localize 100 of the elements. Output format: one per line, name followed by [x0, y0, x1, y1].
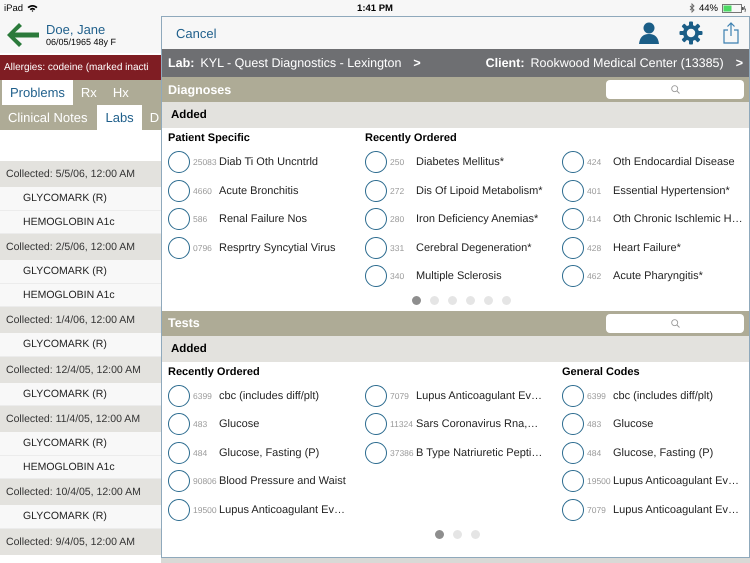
bluetooth-icon [688, 3, 695, 13]
select-circle[interactable] [365, 236, 387, 259]
item-code: 4660 [193, 186, 213, 196]
item-code: 0796 [193, 242, 213, 253]
select-circle[interactable] [562, 236, 584, 259]
lab-test-item[interactable]: HEMOGLOBIN A1c [0, 210, 161, 234]
lab-test-item[interactable]: GLYCOMARK (R) [0, 505, 161, 528]
search-field[interactable] [606, 314, 744, 332]
item-code: 250 [390, 157, 406, 168]
select-circle[interactable] [365, 384, 387, 407]
item-code: 483 [193, 419, 208, 430]
item-name: Sars Coronavirus Rna,… [416, 418, 538, 430]
item-code: 280 [390, 214, 406, 224]
select-circle[interactable] [562, 180, 584, 202]
item-code: 6399 [587, 390, 607, 401]
lab-test-item[interactable]: GLYCOMARK (R) [0, 432, 161, 456]
page-dot[interactable] [466, 296, 475, 305]
item-name: Glucose [219, 418, 260, 430]
item-code: 340 [390, 271, 406, 282]
page-dot[interactable] [484, 296, 493, 305]
lab-test-item[interactable]: HEMOGLOBIN A1c [0, 284, 161, 307]
section-title: Tests [168, 316, 200, 330]
item-code: 484 [193, 448, 208, 458]
collected-header: Collected: 12/4/05, 12:00 AM [0, 356, 161, 382]
select-circle[interactable] [562, 265, 584, 288]
cancel-button[interactable]: Cancel [170, 24, 222, 42]
collected-header: Collected: 2/5/06, 12:00 AM [0, 234, 161, 260]
select-circle[interactable] [562, 151, 584, 174]
select-circle[interactable] [365, 442, 387, 464]
select-circle[interactable] [562, 442, 584, 464]
chevron-icon: > [736, 56, 743, 70]
item-code: 7079 [390, 390, 410, 401]
item-name: Acute Bronchitis [219, 184, 298, 197]
search-icon [670, 318, 680, 328]
select-circle[interactable] [168, 413, 190, 436]
device-name: iPad [4, 2, 24, 14]
page-dot[interactable] [471, 530, 480, 538]
item-name: Multiple Sclerosis [416, 270, 502, 282]
select-circle[interactable] [365, 180, 387, 202]
item-name: Heart Failure* [613, 242, 681, 254]
select-circle[interactable] [365, 413, 387, 436]
collected-header: Collected: 5/5/06, 12:00 AM [0, 161, 161, 187]
select-circle[interactable] [562, 498, 584, 521]
tab[interactable]: Problems [2, 80, 73, 105]
client-label: Client: [486, 56, 525, 70]
search-icon [670, 85, 680, 94]
lab-test-item[interactable]: GLYCOMARK (R) [0, 187, 161, 210]
search-field[interactable] [606, 80, 744, 99]
select-circle[interactable] [562, 413, 584, 436]
select-circle[interactable] [168, 470, 190, 492]
item-code: 19500 [193, 504, 217, 515]
added-label: Added [171, 342, 207, 354]
item-code: 37386 [390, 448, 414, 458]
page-dot[interactable] [448, 296, 457, 305]
item-name: Renal Failure Nos [219, 213, 308, 226]
item-name: Glucose, Fasting (P) [613, 446, 714, 459]
item-name: Iron Deficiency Anemias* [416, 213, 538, 226]
select-circle[interactable] [168, 384, 190, 407]
lab-selector[interactable]: KYL - Quest Diagnostics - Lexington [200, 56, 402, 70]
collected-header: Collected: 11/4/05, 12:00 AM [0, 406, 161, 432]
page-dot[interactable] [430, 296, 439, 305]
page-dot[interactable] [435, 530, 444, 538]
select-circle[interactable] [168, 151, 190, 174]
select-circle[interactable] [168, 442, 190, 464]
item-code: 25083 [193, 157, 217, 168]
select-circle[interactable] [365, 151, 387, 174]
lab-test-item[interactable]: GLYCOMARK (R) [0, 333, 161, 356]
select-circle[interactable] [168, 236, 190, 259]
select-circle[interactable] [562, 470, 584, 492]
item-name: Cerebral Degeneration* [416, 242, 532, 254]
lab-test-item[interactable]: HEMOGLOBIN A1c [0, 456, 161, 479]
back-arrow-icon[interactable] [6, 22, 40, 48]
item-name: cbc (includes diff/plt) [613, 390, 714, 402]
collected-header: Collected: 10/4/05, 12:00 AM [0, 479, 161, 505]
share-icon[interactable] [723, 22, 739, 44]
item-name: Oth Endocardial Disease [613, 156, 735, 168]
lab-test-item[interactable]: GLYCOMARK (R) [0, 260, 161, 284]
battery-icon [722, 4, 746, 12]
item-code: 483 [587, 419, 602, 430]
item-code: 11324 [390, 419, 414, 430]
wifi-icon [27, 4, 38, 12]
person-icon[interactable] [639, 22, 659, 44]
select-circle[interactable] [365, 265, 387, 288]
select-circle[interactable] [168, 498, 190, 521]
item-code: 331 [390, 242, 406, 253]
item-name: Acute Pharyngitis* [613, 270, 703, 282]
column-heading: Recently Ordered [365, 132, 457, 144]
page-dot[interactable] [502, 296, 511, 305]
select-circle[interactable] [562, 384, 584, 407]
page-dot[interactable] [412, 296, 421, 305]
lab-test-item[interactable]: GLYCOMARK (R) [0, 382, 161, 406]
tab[interactable]: Labs [97, 105, 142, 130]
item-name: Essential Hypertension* [613, 184, 730, 197]
select-circle[interactable] [168, 208, 190, 230]
item-name: Lupus Anticoagulant Ev… [219, 504, 345, 516]
page-dot[interactable] [453, 530, 462, 538]
select-circle[interactable] [365, 208, 387, 230]
client-selector[interactable]: Rookwood Medical Center (13385) [530, 56, 724, 70]
select-circle[interactable] [562, 208, 584, 230]
select-circle[interactable] [168, 180, 190, 202]
